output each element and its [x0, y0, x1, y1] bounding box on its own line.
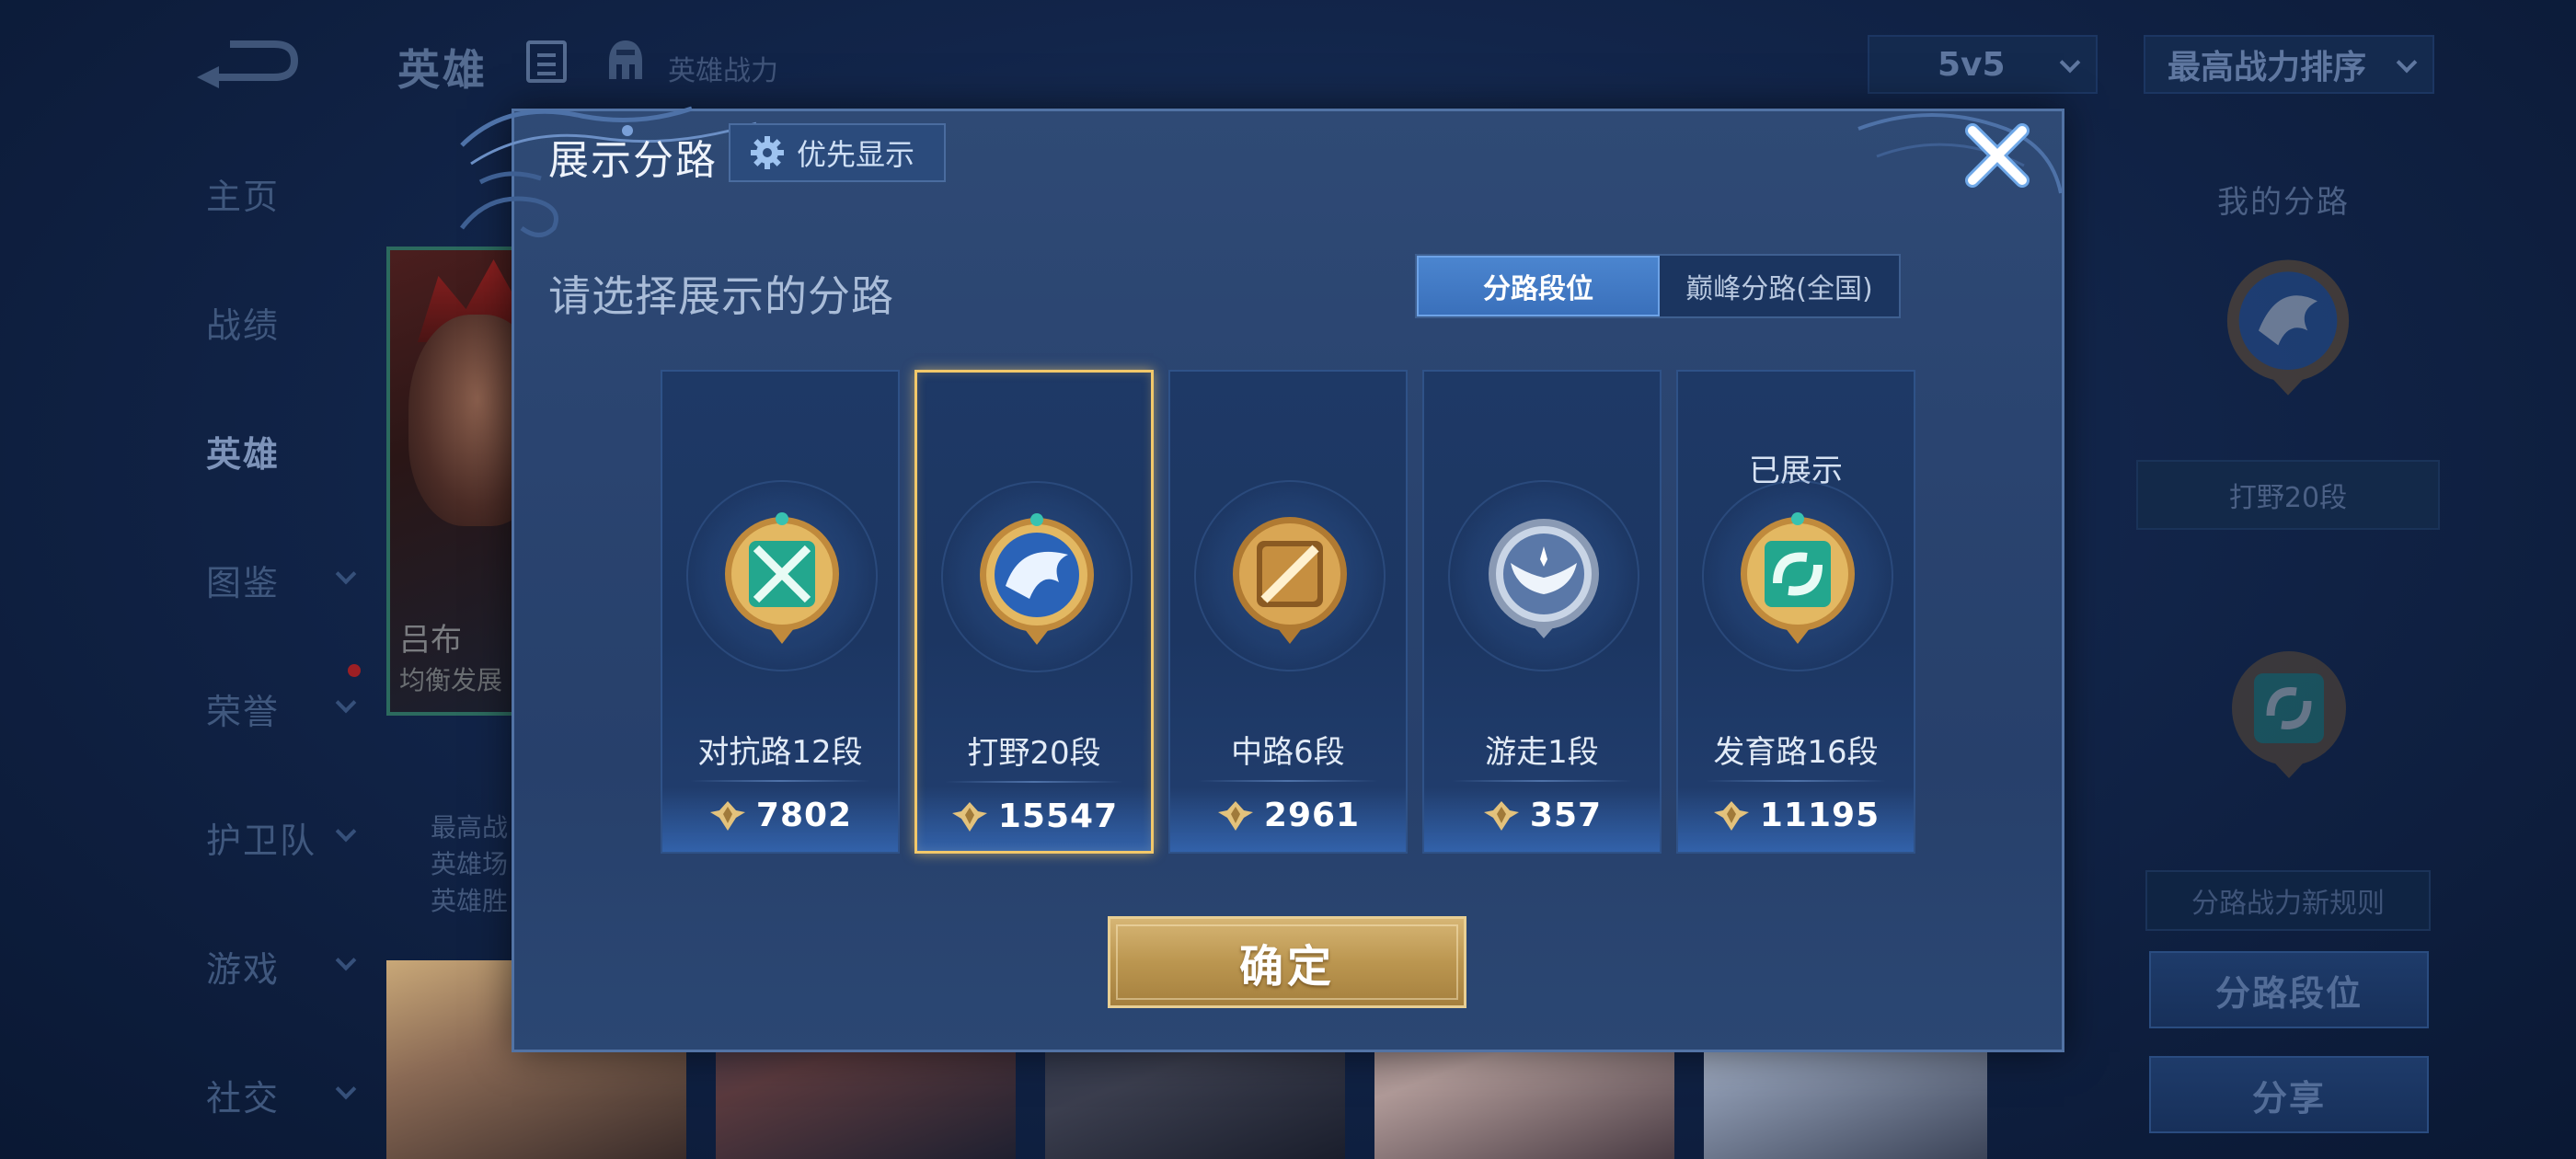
- notification-dot: [348, 664, 361, 677]
- lane-card-roam[interactable]: 游走1段 357: [1422, 370, 1662, 854]
- priority-display-button[interactable]: 优先显示: [729, 123, 946, 182]
- sort-select[interactable]: 最高战力排序: [2144, 35, 2434, 94]
- sidebar-item-label: 英雄: [206, 433, 281, 475]
- jungle-dragon-badge-icon: [980, 513, 1094, 645]
- sidebar-item-game[interactable]: 游戏: [166, 929, 386, 1003]
- sidebar-item-label: 图鉴: [206, 562, 281, 603]
- sidebar-item-honor[interactable]: 荣誉: [166, 671, 386, 745]
- share-button[interactable]: 分享: [2149, 1056, 2429, 1133]
- hero-name: 吕布: [399, 622, 462, 659]
- lane-score: 11195: [1678, 797, 1914, 834]
- lane-score-value: 357: [1529, 797, 1603, 834]
- chevron-down-icon: [335, 949, 357, 971]
- lane-score-value: 2961: [1263, 797, 1361, 834]
- close-button[interactable]: [1963, 121, 2031, 189]
- chevron-down-icon: [2059, 52, 2081, 74]
- share-button-label: 分享: [2251, 1077, 2326, 1119]
- lane-card-jungle[interactable]: 打野20段 15547: [914, 370, 1154, 854]
- lane-divider: [1452, 780, 1632, 782]
- chevron-down-icon: [335, 692, 357, 714]
- sidebar-item-codex[interactable]: 图鉴: [166, 543, 386, 616]
- lane-divider: [945, 781, 1123, 783]
- lane-rank-button[interactable]: 分路段位: [2149, 951, 2429, 1028]
- lane-name: 中路6段: [1231, 734, 1345, 771]
- sidebar-item-label: 荣誉: [206, 691, 281, 732]
- lane-power-rule-label: 分路战力新规则: [2191, 888, 2385, 920]
- priority-display-label: 优先显示: [797, 137, 915, 172]
- clash-lane-badge-icon: [725, 512, 839, 644]
- farm-lane-badge-icon: [1741, 512, 1855, 644]
- lane-divider: [1706, 780, 1886, 782]
- lane-name: 发育路16段: [1713, 734, 1879, 771]
- power-rune-icon: [1483, 800, 1519, 831]
- lane-card-clash[interactable]: 对抗路12段 7802: [661, 370, 900, 854]
- roam-wings-badge-icon: [1489, 519, 1599, 638]
- chevron-down-icon: [335, 1078, 357, 1100]
- lane-power-rule-link[interactable]: 分路战力新规则: [2145, 870, 2431, 931]
- my-lane-value: 打野20段: [2136, 460, 2440, 530]
- chevron-down-icon: [335, 820, 357, 843]
- lane-card-farm[interactable]: 已展示 发育路16段 11195: [1676, 370, 1915, 854]
- sidebar-item-label: 游戏: [206, 948, 281, 990]
- sidebar-item-home[interactable]: 主页: [166, 156, 386, 230]
- hero-power-icon: [609, 40, 642, 79]
- back-arrow-icon: [197, 40, 299, 88]
- lane-card-mid[interactable]: 中路6段 2961: [1168, 370, 1408, 854]
- power-rune-icon: [1713, 800, 1749, 831]
- sort-select-value: 最高战力排序: [2168, 49, 2367, 86]
- lane-score: 357: [1424, 797, 1660, 834]
- lane-name: 对抗路12段: [697, 734, 863, 771]
- sidebar-item-guard[interactable]: 护卫队: [166, 800, 386, 874]
- gear-icon: [751, 136, 784, 169]
- sidebar-item-hero[interactable]: 英雄: [166, 414, 386, 488]
- jungle-dragon-badge-icon: [2226, 259, 2350, 396]
- lane-score-value: 11195: [1759, 797, 1880, 834]
- lane-select-prompt: 请选择展示的分路: [548, 271, 894, 321]
- sidebar-item-record[interactable]: 战绩: [166, 285, 386, 359]
- modal-title: 展示分路: [548, 137, 718, 184]
- tab-lane-rank[interactable]: 分路段位: [1417, 256, 1660, 316]
- lane-score-value: 7802: [755, 797, 853, 834]
- sidebar-item-label: 主页: [206, 176, 281, 217]
- sidebar-item-social[interactable]: 社交: [166, 1058, 386, 1131]
- chevron-down-icon: [335, 563, 357, 585]
- back-button[interactable]: [193, 35, 299, 88]
- sidebar-item-label: 战绩: [206, 304, 281, 346]
- lane-type-tabs: 分路段位 巅峰分路(全国): [1415, 254, 1901, 318]
- lane-divider: [1198, 780, 1378, 782]
- lane-rank-button-label: 分路段位: [2214, 972, 2363, 1014]
- mode-select-value: 5v5: [1938, 45, 2006, 84]
- power-rune-icon: [709, 800, 745, 831]
- lane-score: 7802: [662, 797, 898, 834]
- close-icon: [1965, 123, 2030, 188]
- app-root: 英雄 英雄战力 5v5 最高战力排序 主页 战绩 英雄 图鉴 荣誉 护卫队 游戏…: [0, 0, 2576, 1159]
- lane-name: 打野20段: [967, 735, 1101, 772]
- mode-select[interactable]: 5v5: [1868, 35, 2098, 94]
- my-lane-label: 打野20段: [2228, 482, 2348, 514]
- confirm-button-label: 确定: [1238, 941, 1335, 993]
- sidebar-item-label: 护卫队: [206, 820, 317, 861]
- tab-peak-lane-national[interactable]: 巅峰分路(全国): [1660, 256, 1899, 316]
- lane-score-value: 15547: [997, 798, 1119, 835]
- page-title: 英雄: [397, 45, 488, 95]
- confirm-button[interactable]: 确定: [1108, 916, 1466, 1008]
- power-rune-icon: [951, 801, 987, 832]
- lane-divider: [690, 780, 870, 782]
- mid-lane-badge-icon: [1233, 517, 1347, 644]
- lane-name: 游走1段: [1485, 734, 1599, 771]
- power-rune-icon: [1217, 800, 1253, 831]
- lane-score: 2961: [1170, 797, 1406, 834]
- sidebar-item-label: 社交: [206, 1077, 281, 1119]
- hero-subtitle: 均衡发展: [399, 665, 503, 695]
- hero-power-label[interactable]: 英雄战力: [668, 48, 778, 88]
- chevron-down-icon: [2396, 52, 2418, 74]
- hero-list-icon[interactable]: [526, 40, 567, 83]
- lane-score: 15547: [917, 798, 1151, 835]
- farm-lane-badge-icon: [2232, 651, 2346, 778]
- my-lane-title: 我的分路: [2217, 184, 2350, 221]
